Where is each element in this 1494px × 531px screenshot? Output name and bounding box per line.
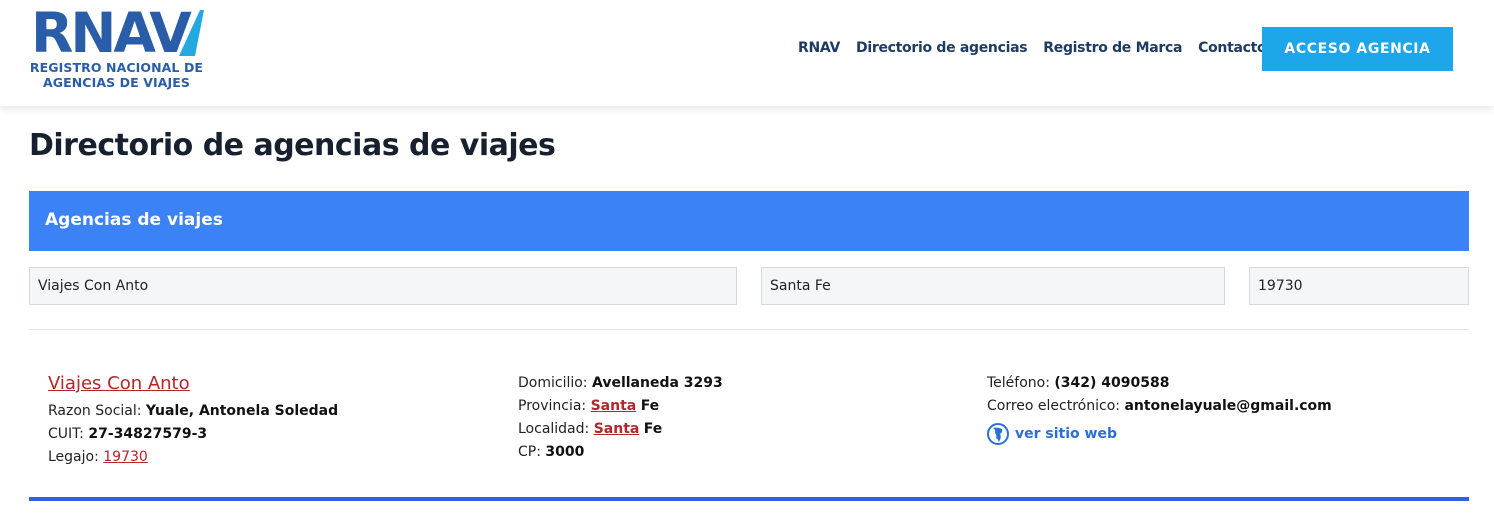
correo-row: Correo electrónico: antonelayuale@gmail.… (987, 395, 1467, 418)
cuit-label: CUIT: (48, 426, 84, 442)
provincia-row: Provincia: Santa Fe (518, 395, 958, 418)
localidad-link[interactable]: Santa (594, 421, 640, 437)
localidad-row: Localidad: Santa Fe (518, 418, 958, 441)
page-title: Directorio de agencias de viajes (29, 128, 556, 163)
nav-item-rnav[interactable]: RNAV (798, 40, 840, 56)
main-nav: RNAV Directorio de agencias Registro de … (798, 40, 1282, 56)
legajo-link[interactable]: 19730 (103, 449, 148, 465)
correo-value: antonelayuale@gmail.com (1124, 398, 1332, 414)
agency-address: Domicilio: Avellaneda 3293 Provincia: Sa… (518, 372, 958, 464)
agency-identity: Viajes Con Anto Razon Social: Yuale, Ant… (48, 372, 488, 469)
province-filter[interactable]: Santa Fe (761, 267, 1225, 305)
rnav-logo[interactable]: RNAV REGISTRO NACIONAL DE AGENCIAS DE VI… (29, 1, 204, 92)
logo-tagline-2: AGENCIAS DE VIAJES (42, 75, 191, 90)
razon-social-row: Razon Social: Yuale, Antonela Soledad (48, 400, 488, 423)
website-link-label: ver sitio web (1015, 426, 1117, 442)
nav-item-contacto[interactable]: Contacto (1198, 40, 1267, 56)
logo-tagline-1: REGISTRO NACIONAL DE (29, 60, 204, 75)
globe-icon (987, 423, 1009, 445)
agency-name-link[interactable]: Viajes Con Anto (48, 372, 488, 396)
legajo-filter[interactable]: 19730 (1249, 267, 1469, 305)
acceso-agencia-button[interactable]: ACCESO AGENCIA (1262, 27, 1453, 71)
divider (29, 329, 1469, 330)
nav-item-registro-marca[interactable]: Registro de Marca (1043, 40, 1182, 56)
bottom-accent-bar (29, 497, 1469, 501)
domicilio-value: Avellaneda 3293 (591, 375, 723, 391)
correo-label: Correo electrónico: (987, 398, 1120, 414)
cp-value: 3000 (545, 444, 585, 460)
telefono-label: Teléfono: (987, 375, 1050, 391)
cp-label: CP: (518, 444, 541, 460)
legajo-label: Legajo: (48, 449, 99, 465)
website-link[interactable]: ver sitio web (987, 423, 1467, 445)
domicilio-label: Domicilio: (518, 375, 588, 391)
agency-contact: Teléfono: (342) 4090588 Correo electróni… (987, 372, 1467, 445)
localidad-value: Fe (643, 421, 663, 437)
site-header: RNAV REGISTRO NACIONAL DE AGENCIAS DE VI… (0, 0, 1494, 106)
provincia-link[interactable]: Santa (591, 398, 637, 414)
cuit-row: CUIT: 27-34827579-3 (48, 423, 488, 446)
provincia-label: Provincia: (518, 398, 587, 414)
telefono-row: Teléfono: (342) 4090588 (987, 372, 1467, 395)
agency-name-filter[interactable]: Viajes Con Anto (29, 267, 737, 305)
razon-social-label: Razon Social: (48, 403, 142, 419)
localidad-label: Localidad: (518, 421, 590, 437)
banner-title: Agencias de viajes (45, 210, 223, 230)
razon-social-value: Yuale, Antonela Soledad (145, 403, 339, 419)
logo-check-icon (179, 10, 204, 56)
legajo-row: Legajo: 19730 (48, 446, 488, 469)
telefono-value: (342) 4090588 (1054, 375, 1170, 391)
domicilio-row: Domicilio: Avellaneda 3293 (518, 372, 958, 395)
provincia-value: Fe (640, 398, 660, 414)
section-banner: Agencias de viajes (29, 191, 1469, 251)
cuit-value: 27-34827579-3 (88, 426, 208, 442)
logo-mark: RNAV (29, 1, 204, 65)
nav-item-directorio[interactable]: Directorio de agencias (856, 40, 1028, 56)
cp-row: CP: 3000 (518, 441, 958, 464)
